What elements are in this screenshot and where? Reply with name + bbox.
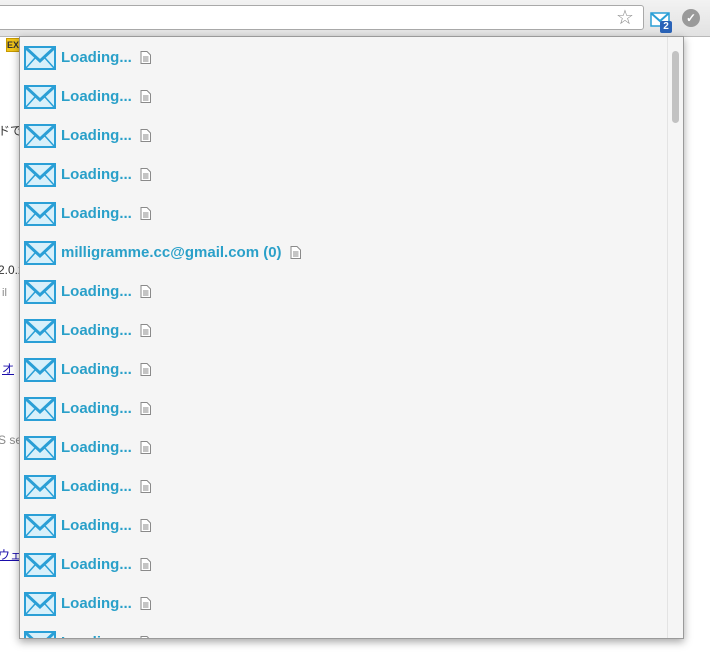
gmail-icon xyxy=(24,474,56,499)
gmail-icon xyxy=(24,201,56,226)
account-label[interactable]: Loading... xyxy=(61,166,132,183)
account-label[interactable]: Loading... xyxy=(61,127,132,144)
account-label[interactable]: Loading... xyxy=(61,478,132,495)
document-icon[interactable] xyxy=(140,402,151,415)
account-label[interactable]: milligramme.cc@gmail.com (0) xyxy=(61,244,282,261)
account-item[interactable]: Loading... xyxy=(20,272,668,311)
account-item[interactable]: Loading... xyxy=(20,38,668,77)
account-item[interactable]: Loading... xyxy=(20,350,668,389)
account-label[interactable]: Loading... xyxy=(61,49,132,66)
account-label[interactable]: Loading... xyxy=(61,322,132,339)
bookmark-star-icon[interactable]: ☆ xyxy=(614,7,636,29)
document-icon[interactable] xyxy=(140,90,151,103)
account-item[interactable]: Loading... xyxy=(20,506,668,545)
account-item[interactable]: Loading... xyxy=(20,545,668,584)
account-item[interactable]: Loading... xyxy=(20,311,668,350)
page-text-fragment: il xyxy=(2,287,7,299)
account-label[interactable]: Loading... xyxy=(61,517,132,534)
account-item[interactable]: Loading... xyxy=(20,623,668,638)
account-item[interactable]: milligramme.cc@gmail.com (0) xyxy=(20,233,668,272)
gmail-icon xyxy=(24,318,56,343)
unread-count-badge: 2 xyxy=(660,21,672,33)
account-label[interactable]: Loading... xyxy=(61,88,132,105)
account-item[interactable]: Loading... xyxy=(20,584,668,623)
gmail-icon xyxy=(24,552,56,577)
document-icon[interactable] xyxy=(140,597,151,610)
gmail-icon xyxy=(24,123,56,148)
gmail-icon xyxy=(24,240,56,265)
account-label[interactable]: Loading... xyxy=(61,205,132,222)
gmail-icon xyxy=(24,162,56,187)
account-label[interactable]: Loading... xyxy=(61,283,132,300)
gmail-icon xyxy=(24,84,56,109)
document-icon[interactable] xyxy=(140,207,151,220)
gmail-icon xyxy=(24,630,56,638)
document-icon[interactable] xyxy=(140,285,151,298)
gmail-icon xyxy=(24,45,56,70)
account-list: Loading... Loading... Loading... Loading… xyxy=(20,37,668,638)
account-item[interactable]: Loading... xyxy=(20,467,668,506)
document-icon[interactable] xyxy=(140,519,151,532)
document-icon[interactable] xyxy=(140,363,151,376)
account-label[interactable]: Loading... xyxy=(61,361,132,378)
account-item[interactable]: Loading... xyxy=(20,389,668,428)
account-item[interactable]: Loading... xyxy=(20,155,668,194)
account-item[interactable]: Loading... xyxy=(20,194,668,233)
document-icon[interactable] xyxy=(140,324,151,337)
accounts-popup: Loading... Loading... Loading... Loading… xyxy=(19,36,684,639)
account-label[interactable]: Loading... xyxy=(61,439,132,456)
document-icon[interactable] xyxy=(140,558,151,571)
account-item[interactable]: Loading... xyxy=(20,116,668,155)
gmail-icon xyxy=(24,279,56,304)
scrollbar-thumb[interactable] xyxy=(672,51,679,123)
browser-toolbar: ☆ 2 ✓ xyxy=(0,0,710,37)
page-link-fragment[interactable]: オ xyxy=(2,360,14,377)
account-label[interactable]: Loading... xyxy=(61,556,132,573)
popup-scrollbar[interactable] xyxy=(667,37,683,638)
account-label[interactable]: Loading... xyxy=(61,595,132,612)
document-icon[interactable] xyxy=(290,246,301,259)
address-bar[interactable] xyxy=(0,5,644,30)
gmail-icon xyxy=(24,591,56,616)
account-item[interactable]: Loading... xyxy=(20,428,668,467)
extension-icon[interactable]: ✓ xyxy=(682,9,700,27)
document-icon[interactable] xyxy=(140,168,151,181)
document-icon[interactable] xyxy=(140,51,151,64)
document-icon[interactable] xyxy=(140,636,151,638)
document-icon[interactable] xyxy=(140,129,151,142)
document-icon[interactable] xyxy=(140,441,151,454)
account-label[interactable]: Loading... xyxy=(61,634,132,638)
account-label[interactable]: Loading... xyxy=(61,400,132,417)
gmail-icon xyxy=(24,396,56,421)
account-item[interactable]: Loading... xyxy=(20,77,668,116)
document-icon[interactable] xyxy=(140,480,151,493)
gmail-icon xyxy=(24,513,56,538)
gmail-icon xyxy=(24,357,56,382)
gmail-icon xyxy=(24,435,56,460)
